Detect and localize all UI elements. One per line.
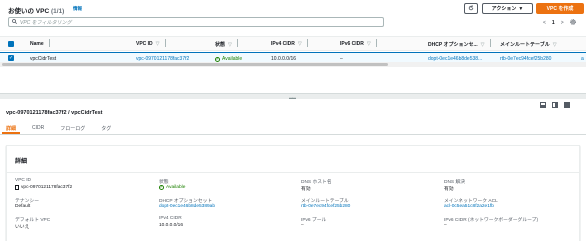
split-side-icon[interactable] — [552, 102, 558, 108]
sort-icon: ▽ — [228, 41, 232, 48]
dhcp-label: DHCP オプションセット — [159, 199, 213, 204]
state-value: ✓ Available — [159, 185, 186, 190]
tab-cidr[interactable]: CIDR — [32, 124, 44, 134]
details-card: 詳細 VPC ID vpc-0970121178fac37f2 テナンシー De… — [6, 145, 580, 241]
scrollbar-thumb[interactable] — [2, 63, 388, 66]
main-network-acl-value[interactable]: acl-0c5ea51c8f2a2e1fb — [444, 204, 494, 209]
copy-icon[interactable] — [15, 185, 19, 190]
column-header-ipv6-cidr[interactable]: IPv6 CIDR ▽ — [340, 39, 377, 47]
caret-down-icon: ▼ — [518, 5, 524, 12]
vpc-id-label: VPC ID — [15, 178, 31, 183]
ipv4-cidr-label: IPv4 CIDR — [159, 216, 182, 221]
available-check-icon: ✓ — [215, 56, 220, 62]
dhcp-value[interactable]: dopt-0ec1e46b8de5389ab — [159, 204, 215, 209]
ipv6-pool-value: – — [301, 223, 304, 228]
page-title-text: お使いの VPC — [8, 8, 50, 15]
info-link[interactable]: 情報 — [73, 6, 82, 12]
main-route-table-value[interactable]: rtb-0e7ec94fcef25b280 — [301, 204, 350, 209]
vpc-id-value: vpc-0970121178fac37f2 — [15, 185, 72, 190]
ipv6-cidr-group-label: IPv6 CIDR (ネットワークボーダーグループ) — [444, 218, 539, 223]
default-vpc-label: デフォルト VPC — [15, 218, 51, 223]
details-heading: 詳細 — [15, 159, 28, 165]
select-all-checkbox[interactable] — [8, 41, 14, 47]
sort-icon: ▽ — [155, 41, 160, 47]
main-route-table-label: メインルートテーブル — [301, 199, 349, 204]
tab-details[interactable]: 詳細 — [1, 124, 21, 134]
ipv6-pool-label: IPv6 プール — [301, 218, 327, 223]
search-input[interactable]: VPC をフィルタリング — [8, 17, 384, 27]
search-placeholder: VPC をフィルタリング — [20, 19, 72, 26]
column-header-main-route-table[interactable]: メインルートテーブル ▽ — [500, 41, 557, 49]
column-header-ipv4-cidr[interactable]: IPv4 CIDR ▽ — [271, 39, 308, 47]
dns-resolution-label: DNS 解決 — [444, 180, 466, 185]
column-header-name[interactable]: Name — [30, 39, 50, 47]
prev-page-button[interactable]: < — [543, 20, 546, 26]
detail-panel: vpc-0970121178fac37f2 / vpcCidrTest 詳細 C… — [0, 99, 586, 241]
tab-flow-logs[interactable]: フローログ — [60, 124, 85, 134]
horizontal-scrollbar[interactable] — [0, 62, 586, 67]
page-number[interactable]: 1 — [552, 20, 555, 26]
detail-tabs: 詳細 CIDR フローログ タグ — [1, 124, 111, 134]
sort-icon: ▽ — [552, 41, 557, 48]
tenancy-label: テナンシー — [15, 199, 39, 204]
row-checkbox[interactable]: ✓ — [8, 55, 14, 61]
next-page-button[interactable]: > — [561, 20, 564, 26]
column-header-state[interactable]: 状態 ▽ — [215, 39, 238, 48]
view-toggle-group — [540, 102, 570, 108]
refresh-icon — [468, 4, 474, 13]
actions-button[interactable]: アクション ▼ — [482, 3, 533, 14]
column-header-vpc-id[interactable]: VPC ID ▽ — [136, 39, 166, 47]
main-network-acl-label: メインネットワーク ACL — [444, 199, 498, 204]
selection-count: (1/1) — [50, 8, 65, 15]
sort-icon: ▽ — [480, 41, 485, 48]
sort-icon: ▽ — [366, 41, 371, 47]
create-vpc-button[interactable]: VPC を作成 — [536, 3, 584, 14]
available-check-icon: ✓ — [159, 185, 164, 190]
dns-hostname-value: 有効 — [301, 187, 311, 192]
dns-resolution-value: 有効 — [444, 187, 454, 192]
actions-label: アクション — [491, 6, 517, 12]
divider — [7, 172, 579, 173]
detail-title: vpc-0970121178fac37f2 / vpcCidrTest — [6, 110, 103, 116]
full-view-icon[interactable] — [564, 102, 570, 108]
split-bottom-icon[interactable] — [540, 102, 546, 108]
sort-icon: ▽ — [297, 41, 302, 47]
tab-tags[interactable]: タグ — [101, 124, 111, 134]
pagination: < 1 > — [543, 19, 576, 27]
column-header-dhcp[interactable]: DHCP オプションセ... ▽ — [428, 39, 491, 48]
state-label: 状態 — [159, 180, 169, 185]
ipv4-cidr-value: 10.0.0.0/16 — [159, 223, 184, 228]
tenancy-value: Default — [15, 204, 31, 209]
default-vpc-value: いいえ — [15, 225, 30, 230]
page-title: お使いの VPC (1/1) — [8, 5, 64, 15]
ipv6-cidr-group-value: – — [444, 223, 447, 228]
dns-hostname-label: DNS ホスト名 — [301, 180, 332, 185]
vpc-list-panel: お使いの VPC (1/1) 情報 アクション ▼ VPC を作成 VPC をフ… — [0, 0, 586, 93]
refresh-button[interactable] — [464, 3, 478, 14]
gear-icon[interactable] — [569, 19, 576, 27]
table-header: Name VPC ID ▽ 状態 ▽ IPv4 CIDR ▽ IPv6 CIDR ▽ D… — [0, 36, 586, 51]
divider — [0, 134, 586, 135]
create-vpc-label: VPC を作成 — [546, 6, 574, 12]
search-icon — [12, 18, 18, 26]
